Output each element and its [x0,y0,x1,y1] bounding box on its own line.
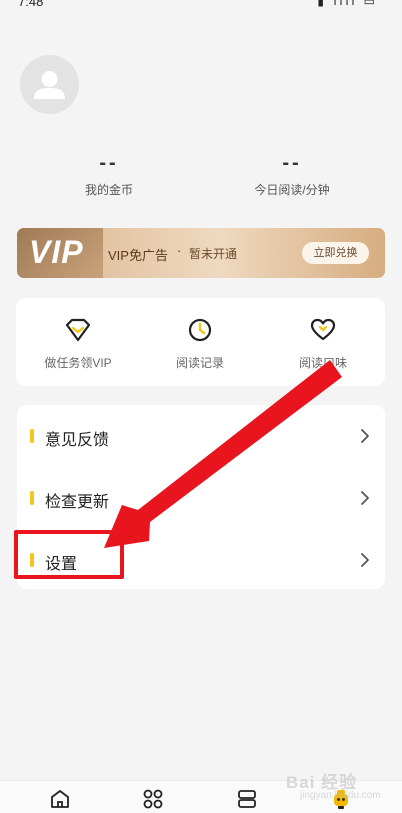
chevron-right-icon [361,429,369,443]
check-update-label: 检查更新 [45,494,110,511]
vip-status: 暂未开通 [189,247,238,261]
heart-icon [310,318,336,341]
watermark: Bai 经验 jingyan.baidu.com [286,768,396,806]
chevron-right-icon [361,553,369,567]
quick-actions-card: 做任务领VIP 阅读记录 阅读口味 [16,298,385,386]
chevron-right-icon [361,491,369,505]
clock-icon [188,318,212,342]
home-icon [51,790,69,808]
status-bar: 7:48 ▮ ılıl ▭ [0,0,402,14]
tab-bookshelf[interactable] [227,787,267,811]
reading-time-stat[interactable]: -- 今日阅读/分钟 [222,152,362,198]
reading-time-label: 今日阅读/分钟 [254,183,330,197]
reading-taste-label: 阅读口味 [298,356,347,370]
menu-item-check-update[interactable]: 检查更新 [17,468,385,528]
task-vip-action[interactable]: 做任务领VIP [23,316,133,371]
user-avatar-icon [34,71,65,99]
diamond-icon [65,318,91,342]
accent-bar [30,429,34,443]
status-time: 7:48 [18,0,44,9]
status-icons: ▮ ılıl ▭ [317,0,378,8]
reading-history-label: 阅读记录 [175,356,224,370]
tab-categories[interactable] [133,787,173,811]
tab-home[interactable] [40,787,80,811]
reading-history-action[interactable]: 阅读记录 [145,316,255,371]
vip-title: VIP免广告 [108,248,168,263]
annotation-highlight-box [14,530,124,579]
coins-label: 我的金币 [84,183,133,197]
watermark-sub: jingyan.baidu.com [300,790,381,801]
avatar[interactable] [20,55,79,114]
coins-value: -- [99,152,119,174]
vip-banner[interactable]: VIP VIP免广告 · 暂未开通 立即兑换 [17,228,385,278]
task-vip-label: 做任务领VIP [44,356,112,370]
reading-taste-action[interactable]: 阅读口味 [268,316,378,371]
grid-icon [143,789,163,809]
reading-time-value: -- [282,152,302,174]
accent-bar [30,491,34,505]
menu-item-feedback[interactable]: 意见反馈 [17,406,385,466]
redeem-button[interactable]: 立即兑换 [302,242,369,264]
vip-logo: VIP [29,234,84,270]
coins-stat[interactable]: -- 我的金币 [39,152,179,198]
vip-separator: · [177,243,182,258]
bookshelf-icon [238,790,256,808]
feedback-label: 意见反馈 [45,432,110,449]
